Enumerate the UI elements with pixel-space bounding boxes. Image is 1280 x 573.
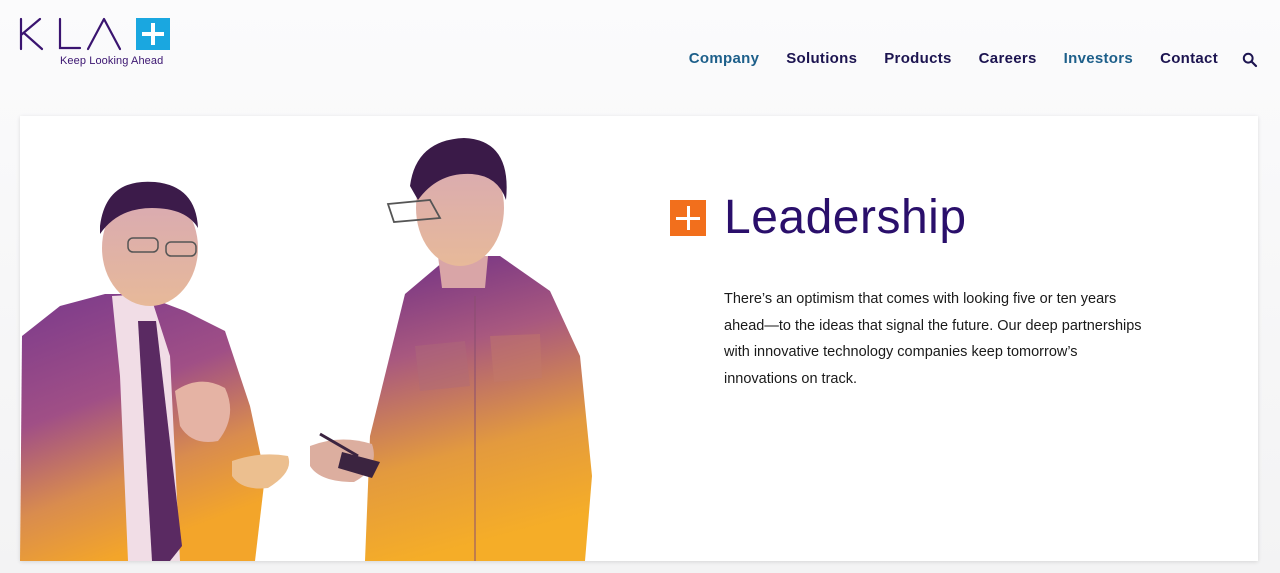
- site-header: Keep Looking Ahead Company Solutions Pro…: [0, 0, 1280, 110]
- nav-item-solutions[interactable]: Solutions: [786, 50, 857, 67]
- page: Keep Looking Ahead Company Solutions Pro…: [0, 0, 1280, 573]
- logo-tagline: Keep Looking Ahead: [60, 55, 164, 67]
- nav-item-company[interactable]: Company: [689, 50, 759, 67]
- kla-logo-mark: [19, 17, 170, 51]
- heading-group: Leadership: [670, 194, 967, 242]
- leadership-hero-card: Leadership There’s an optimism that come…: [20, 116, 1258, 561]
- main-nav: Company Solutions Products Careers Inves…: [662, 50, 1218, 67]
- nav-item-investors[interactable]: Investors: [1064, 50, 1133, 67]
- hero-description: There’s an optimism that comes with look…: [724, 291, 1142, 387]
- orange-plus-icon: [670, 200, 706, 236]
- nav-item-contact[interactable]: Contact: [1160, 50, 1218, 67]
- kla-logo[interactable]: Keep Looking Ahead: [18, 15, 178, 71]
- page-title: Leadership: [724, 191, 967, 244]
- search-icon[interactable]: [1242, 52, 1258, 68]
- hero-photo: [20, 116, 660, 561]
- nav-item-careers[interactable]: Careers: [979, 50, 1037, 67]
- nav-item-products[interactable]: Products: [884, 50, 951, 67]
